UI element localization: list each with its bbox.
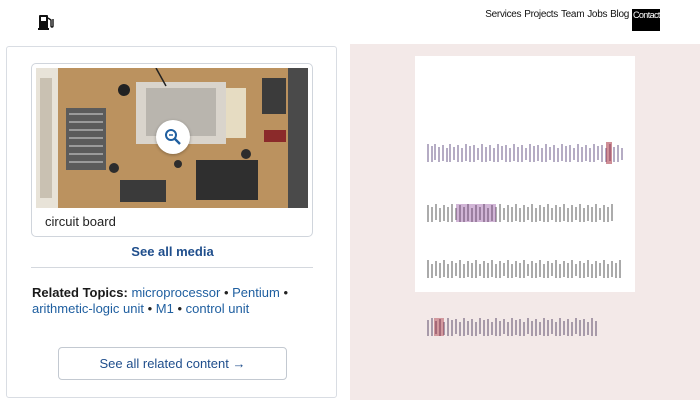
media-card[interactable]: circuit board	[31, 63, 313, 237]
topic-link-pentium[interactable]: Pentium	[232, 285, 280, 300]
topic-link-arithmetic-logic-unit[interactable]: arithmetic-logic unit	[32, 301, 144, 316]
topic-link-m1[interactable]: M1	[156, 301, 174, 316]
topic-link-microprocessor[interactable]: microprocessor	[131, 285, 220, 300]
illegible-text-line	[427, 318, 597, 336]
magnifier-icon	[165, 129, 181, 145]
nav-contact-button[interactable]: Contact	[632, 9, 660, 31]
divider	[31, 267, 313, 268]
nav-jobs[interactable]: Jobs	[587, 9, 607, 21]
content-card	[415, 56, 635, 292]
see-all-media-link[interactable]: See all media	[7, 244, 338, 259]
gas-pump-icon[interactable]	[38, 11, 54, 31]
related-topics: Related Topics: microprocessor • Pentium…	[32, 285, 289, 316]
illegible-text-line	[427, 142, 623, 164]
main-nav: Services Projects Team Jobs Blog Contact	[482, 9, 660, 31]
illegible-text-line	[427, 260, 621, 278]
media-caption: circuit board	[45, 214, 116, 229]
topic-link-control-unit[interactable]: control unit	[186, 301, 250, 316]
see-all-related-button[interactable]: See all related content →	[58, 347, 287, 380]
nav-team[interactable]: Team	[561, 9, 585, 21]
illegible-text-line	[427, 204, 613, 222]
nav-projects[interactable]: Projects	[524, 9, 558, 21]
media-sidebar: circuit board See all media Related Topi…	[6, 46, 337, 398]
zoom-button[interactable]	[156, 120, 190, 154]
nav-blog[interactable]: Blog	[610, 9, 629, 21]
nav-services[interactable]: Services	[485, 9, 521, 21]
related-topics-label: Related Topics:	[32, 285, 128, 300]
top-bar: Services Projects Team Jobs Blog Contact	[0, 0, 700, 44]
